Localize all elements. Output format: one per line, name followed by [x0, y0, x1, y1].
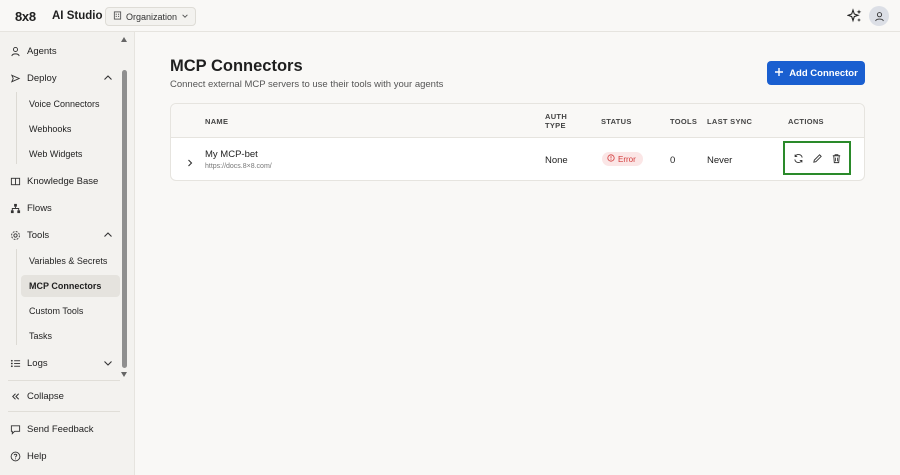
- sidebar-item-label: Agents: [27, 45, 57, 57]
- sidebar-item-deploy[interactable]: Deploy: [9, 67, 120, 89]
- user-icon: [874, 11, 884, 21]
- column-header-tools[interactable]: TOOLS: [670, 117, 697, 126]
- sidebar-item-agents[interactable]: Agents: [9, 40, 120, 62]
- deploy-icon: [9, 72, 21, 84]
- column-header-name[interactable]: NAME: [205, 117, 228, 126]
- sidebar-item-web-widgets[interactable]: Web Widgets: [21, 143, 120, 165]
- auth-type-value: None: [545, 155, 568, 166]
- top-bar: 8x8 AI Studio Organization: [0, 0, 900, 32]
- collapse-label: Collapse: [27, 390, 64, 402]
- ai-sparkle-icon[interactable]: [846, 8, 863, 24]
- sidebar-item-label: Logs: [27, 357, 48, 369]
- row-actions: [783, 141, 851, 175]
- sidebar-item-flows[interactable]: Flows: [9, 197, 120, 219]
- sidebar-item-label: Deploy: [27, 72, 57, 84]
- error-circle-icon: [607, 154, 615, 164]
- help-label: Help: [27, 450, 47, 462]
- chevron-down-icon: [102, 357, 114, 369]
- sidebar: Agents Deploy Voice Connectors Webhooks …: [0, 32, 135, 475]
- subtree-line: [16, 249, 17, 345]
- connector-url: https://docs.8×8.com/: [205, 163, 272, 170]
- refresh-icon[interactable]: [793, 153, 804, 164]
- sidebar-divider: [8, 411, 120, 412]
- connector-name: My MCP-bet: [205, 149, 258, 160]
- sidebar-item-label: Tools: [27, 229, 50, 241]
- status-badge: Error: [602, 152, 643, 166]
- chevron-up-icon: [102, 72, 114, 84]
- connectors-table: NAME AUTH TYPE STATUS TOOLS LAST SYNC AC…: [170, 103, 865, 181]
- tools-count: 0: [670, 155, 676, 166]
- chevron-up-icon: [102, 229, 114, 241]
- app-logo[interactable]: 8x8: [15, 9, 36, 24]
- sidebar-item-variables-secrets[interactable]: Variables & Secrets: [21, 250, 120, 272]
- table-header: NAME AUTH TYPE STATUS TOOLS LAST SYNC AC…: [171, 104, 864, 138]
- scrollbar-thumb[interactable]: [122, 70, 127, 368]
- sidebar-item-logs[interactable]: Logs: [9, 352, 120, 374]
- double-chevron-left-icon: [9, 390, 21, 402]
- logs-icon: [9, 357, 21, 369]
- trash-icon[interactable]: [831, 153, 842, 164]
- user-avatar[interactable]: [869, 6, 889, 26]
- expand-row-chevron-icon[interactable]: [185, 155, 195, 167]
- scroll-up-arrow[interactable]: [121, 37, 127, 42]
- subtree-line: [16, 92, 17, 164]
- person-icon: [9, 45, 21, 57]
- sidebar-divider: [8, 380, 120, 381]
- sidebar-item-knowledge-base[interactable]: Knowledge Base: [9, 170, 120, 192]
- help-button[interactable]: Help: [9, 445, 120, 467]
- column-header-status[interactable]: STATUS: [601, 117, 632, 126]
- add-connector-button[interactable]: Add Connector: [767, 61, 865, 85]
- sidebar-item-tools[interactable]: Tools: [9, 224, 120, 246]
- status-label: Error: [618, 154, 636, 164]
- page-title: MCP Connectors: [170, 57, 303, 75]
- sidebar-item-voice-connectors[interactable]: Voice Connectors: [21, 93, 120, 115]
- sidebar-item-webhooks[interactable]: Webhooks: [21, 118, 120, 140]
- sidebar-item-tasks[interactable]: Tasks: [21, 325, 120, 347]
- organization-selector[interactable]: Organization: [105, 7, 196, 26]
- chevron-down-icon: [181, 12, 189, 22]
- collapse-button[interactable]: Collapse: [9, 385, 120, 407]
- plus-icon: [774, 67, 784, 80]
- page-subtitle: Connect external MCP servers to use thei…: [170, 79, 444, 90]
- last-sync-value: Never: [707, 155, 733, 166]
- chat-icon: [9, 423, 21, 435]
- column-header-actions: ACTIONS: [788, 117, 824, 126]
- flows-icon: [9, 202, 21, 214]
- scroll-down-arrow[interactable]: [121, 372, 127, 377]
- building-icon: [113, 11, 122, 22]
- add-connector-label: Add Connector: [789, 67, 858, 79]
- app-name: AI Studio: [52, 10, 103, 22]
- column-header-last-sync[interactable]: LAST SYNC: [707, 117, 752, 126]
- send-feedback-button[interactable]: Send Feedback: [9, 418, 120, 440]
- edit-pencil-icon[interactable]: [812, 153, 823, 164]
- book-icon: [9, 175, 21, 187]
- help-icon: [9, 450, 21, 462]
- sidebar-item-mcp-connectors[interactable]: MCP Connectors: [21, 275, 120, 297]
- column-header-auth-type[interactable]: AUTH TYPE: [545, 112, 575, 130]
- gear-icon: [9, 229, 21, 241]
- organization-label: Organization: [126, 11, 178, 22]
- sidebar-item-label: Knowledge Base: [27, 175, 99, 187]
- sidebar-item-custom-tools[interactable]: Custom Tools: [21, 300, 120, 322]
- send-feedback-label: Send Feedback: [27, 423, 94, 435]
- sidebar-item-label: Flows: [27, 202, 52, 214]
